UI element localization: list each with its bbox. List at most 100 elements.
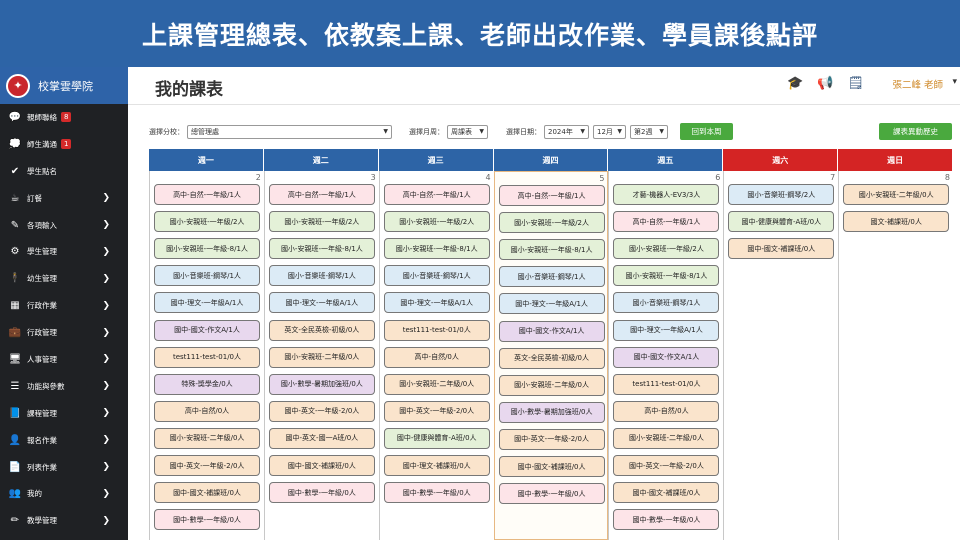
class-item[interactable]: 國小-安親班-二年級/0人 xyxy=(613,427,720,449)
class-item[interactable]: 國中-英文-一年級-2/0人 xyxy=(383,400,490,422)
sidebar-item[interactable]: 🕴 幼生管理 ❯ xyxy=(0,265,128,292)
class-item[interactable]: 國小-安親班-二年級/0人 xyxy=(268,346,375,368)
class-item[interactable]: 高中-自然/0人 xyxy=(613,400,720,422)
class-item[interactable]: 國小-音樂班-鋼琴/1人 xyxy=(268,265,375,287)
class-item[interactable]: 國小-安親班-一年級-8/1人 xyxy=(383,238,490,260)
week-schedule: 週一 2 高中-自然-一年級/1人 國小-安親班-一年級/2人 國小-安親班-一年級-8… xyxy=(149,149,953,540)
class-item[interactable]: 才藝-機器人-EV3/3人 xyxy=(613,184,720,205)
class-item[interactable]: 國小-安親班-一年級/2人 xyxy=(383,211,490,233)
class-item[interactable]: 國中-英文-一年級-2/0人 xyxy=(268,400,375,422)
sidebar-item-label: 師生溝通 xyxy=(27,139,57,149)
class-item[interactable]: 國中-國文-作文A/1人 xyxy=(498,320,605,342)
class-item[interactable]: 國中-健康與體育-A班/0人 xyxy=(383,427,490,449)
class-item[interactable]: 國小-音樂班-鋼琴/1人 xyxy=(154,265,260,287)
view-select[interactable]: 周課表 ▼ xyxy=(447,124,488,139)
class-item[interactable]: 國中-英文-一年級-2/0人 xyxy=(154,455,260,476)
class-item[interactable]: 國小-數學-暑期加強班/0人 xyxy=(268,373,375,395)
class-item[interactable]: 國小-安親班-一年級/2人 xyxy=(154,211,260,233)
schedule-history-button[interactable]: 課表異動歷史 xyxy=(879,123,952,140)
week-select[interactable]: 第2週 ▼ xyxy=(630,124,668,139)
class-item[interactable]: 國小-安親班-一年級-8/1人 xyxy=(268,238,375,260)
sidebar-item[interactable]: 🖥 人事管理 ❯ xyxy=(0,346,128,373)
class-item[interactable]: 高中-自然-一年級/1人 xyxy=(498,185,605,206)
class-item[interactable]: 國小-安親班-二年級/0人 xyxy=(843,184,950,205)
sidebar-item[interactable]: ☕ 訂餐 ❯ xyxy=(0,185,128,212)
day-number: 3 xyxy=(370,173,376,182)
class-item[interactable]: 國小-音樂班-鋼琴/1人 xyxy=(613,292,720,314)
class-item[interactable]: 國小-音樂班-鋼琴/1人 xyxy=(383,265,490,287)
chevron-right-icon: ❯ xyxy=(102,515,110,526)
sidebar-item[interactable]: 📘 課程管理 ❯ xyxy=(0,400,128,427)
class-item[interactable]: 國中-數學-一年級/0人 xyxy=(613,509,720,531)
class-item[interactable]: 高中-自然-一年級/1人 xyxy=(154,184,260,205)
megaphone-icon[interactable]: 📢 xyxy=(817,76,833,91)
class-item[interactable]: 國小-音樂班-鋼琴/1人 xyxy=(498,266,605,288)
class-item[interactable]: 國中-數學-一年級/0人 xyxy=(268,482,375,504)
class-item[interactable]: 國小-安親班-二年級/0人 xyxy=(154,427,260,449)
graduation-cap-icon[interactable]: 🎓 xyxy=(787,76,803,91)
class-item[interactable]: 國中-國文-作文A/1人 xyxy=(154,319,260,341)
class-item[interactable]: 國中-國文-補課班/0人 xyxy=(613,482,720,504)
class-item[interactable]: 國中-數學-一年級/0人 xyxy=(383,482,490,504)
class-item[interactable]: 高中-自然-一年級/1人 xyxy=(268,184,375,205)
class-item[interactable]: 國小-安親班-一年級-8/1人 xyxy=(154,238,260,260)
sidebar-item[interactable]: ⚙ 學生管理 ❯ xyxy=(0,238,128,265)
class-item[interactable]: 國小-安親班-二年級/0人 xyxy=(498,374,605,396)
class-item[interactable]: 國中-理文-一年級A/1人 xyxy=(268,292,375,314)
class-item[interactable]: 國中-國文-補課班/0人 xyxy=(498,456,605,477)
class-item[interactable]: test111-test-01/0人 xyxy=(613,373,720,395)
class-item[interactable]: 國中-理文-一年級A/1人 xyxy=(383,292,490,314)
class-item[interactable]: 國中-國文-作文A/1人 xyxy=(613,346,720,368)
class-item[interactable]: 國中-國文-補課班/0人 xyxy=(268,455,375,476)
class-item[interactable]: 國中-國文-補課班/0人 xyxy=(728,238,835,260)
sidebar-item[interactable]: 💼 行政管理 ❯ xyxy=(0,319,128,346)
class-item[interactable]: 國小-安親班-二年級/0人 xyxy=(383,373,490,395)
class-item[interactable]: 國小-音樂班-鋼琴/2人 xyxy=(728,184,835,205)
class-item[interactable]: 國小-安親班-一年級/2人 xyxy=(498,212,605,234)
sidebar-item[interactable]: ✔ 學生點名 xyxy=(0,158,128,185)
note-icon[interactable]: 🗒 xyxy=(847,76,864,91)
class-item[interactable]: 國中-理文-一年級A/1人 xyxy=(154,292,260,314)
class-item[interactable]: 國中-理文-一年級A/1人 xyxy=(613,319,720,341)
class-item[interactable]: 特殊-獎學金/0人 xyxy=(154,373,260,395)
class-item[interactable]: 國文-補課班/0人 xyxy=(843,211,950,233)
class-item[interactable]: 國小-安親班-一年級/2人 xyxy=(268,211,375,233)
sidebar-item[interactable]: ✏ 教學管理 ❯ xyxy=(0,507,128,534)
class-item[interactable]: 國中-英文-一年級-2/0人 xyxy=(613,455,720,476)
sidebar-item[interactable]: 💭 師生溝通 1 xyxy=(0,131,128,158)
class-item[interactable]: 國中-英文-國一A班/0人 xyxy=(268,427,375,449)
class-item[interactable]: 國小-數學-暑期加強班/0人 xyxy=(498,401,605,423)
class-item[interactable]: test111-test-01/0人 xyxy=(154,346,260,368)
year-select[interactable]: 2024年 ▼ xyxy=(544,124,589,139)
class-item[interactable]: 高中-自然-一年級/1人 xyxy=(383,184,490,205)
class-item[interactable]: 高中-自然-一年級/1人 xyxy=(613,211,720,233)
class-item[interactable]: 國小-安親班-一年級-8/1人 xyxy=(613,265,720,287)
class-item[interactable]: 高中-自然/0人 xyxy=(383,346,490,368)
class-item[interactable]: 英文-全民英檢-初級/0人 xyxy=(268,319,375,341)
sidebar-item[interactable]: 💬 親師聯絡 8 xyxy=(0,104,128,131)
sidebar-item[interactable]: 👤 報名作業 ❯ xyxy=(0,427,128,454)
branch-select[interactable]: 總管理處 ▼ xyxy=(187,124,392,139)
chevron-down-icon[interactable]: ▾ xyxy=(952,77,957,87)
sidebar-item[interactable]: ☰ 功能與參數 ❯ xyxy=(0,373,128,400)
class-item[interactable]: test111-test-01/0人 xyxy=(383,319,490,341)
sidebar-item[interactable]: 👥 我的 ❯ xyxy=(0,480,128,507)
sidebar-item[interactable]: 📄 列表作業 ❯ xyxy=(0,454,128,481)
class-item[interactable]: 國小-安親班-一年級-8/1人 xyxy=(498,239,605,261)
class-item[interactable]: 國小-安親班-一年級/2人 xyxy=(613,238,720,260)
sidebar-item[interactable]: ✎ 各項輸入 ❯ xyxy=(0,212,128,239)
user-name[interactable]: 張二峰 老師 xyxy=(892,77,943,91)
class-item[interactable]: 國中-數學-一年級/0人 xyxy=(154,509,260,531)
sidebar-item[interactable]: ▦ 行政作業 ❯ xyxy=(0,292,128,319)
sidebar-brand[interactable]: ✦ 校掌雲學院 xyxy=(0,67,128,104)
class-item[interactable]: 國中-國文-補課班/0人 xyxy=(154,482,260,504)
class-item[interactable]: 英文-全民英檢-初級/0人 xyxy=(498,347,605,369)
class-item[interactable]: 國中-健康與體育-A班/0人 xyxy=(728,211,835,233)
class-item[interactable]: 國中-理文-補課班/0人 xyxy=(383,455,490,476)
class-item[interactable]: 國中-數學-一年級/0人 xyxy=(498,483,605,505)
class-item[interactable]: 國中-理文-一年級A/1人 xyxy=(498,293,605,315)
class-item[interactable]: 國中-英文-一年級-2/0人 xyxy=(498,428,605,450)
back-to-this-week-button[interactable]: 回到本周 xyxy=(680,123,733,140)
month-select[interactable]: 12月 ▼ xyxy=(593,124,626,139)
class-item[interactable]: 高中-自然/0人 xyxy=(154,400,260,422)
